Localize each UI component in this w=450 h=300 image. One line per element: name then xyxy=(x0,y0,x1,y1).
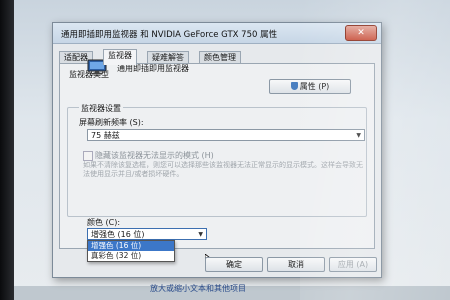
display-properties-dialog: 通用即插即用监视器 和 NVIDIA GeForce GTX 750 属性 ✕ … xyxy=(52,22,382,278)
properties-button-label: 属性 (P) xyxy=(299,82,330,91)
tab-monitor[interactable]: 监视器 xyxy=(103,49,137,65)
color-depth-dropdown: 增强色 (16 位) 真彩色 (32 位) xyxy=(87,240,175,262)
close-button[interactable]: ✕ xyxy=(345,25,377,41)
hide-modes-label: 隐藏该监视器无法显示的模式 (H) xyxy=(95,151,214,160)
color-depth-value: 增强色 (16 位) xyxy=(91,230,145,239)
color-option-16bit[interactable]: 增强色 (16 位) xyxy=(88,241,174,251)
hide-modes-checkbox[interactable] xyxy=(83,151,93,161)
refresh-rate-value: 75 赫兹 xyxy=(91,131,120,140)
apply-button[interactable]: 应用 (A) xyxy=(329,257,377,272)
color-depth-select[interactable]: 增强色 (16 位) ▼ xyxy=(87,228,207,240)
properties-button[interactable]: 属性 (P) xyxy=(269,79,351,94)
chevron-down-icon: ▼ xyxy=(198,231,203,238)
monitor-settings-label: 监视器设置 xyxy=(79,103,123,114)
cancel-button[interactable]: 取消 xyxy=(267,257,325,272)
hide-modes-description: 如果不清除该复选框，则您可以选择那些该监视器无法正常显示的显示模式。这样会导致无… xyxy=(83,161,363,178)
ok-button[interactable]: 确定 xyxy=(205,257,263,272)
chevron-down-icon: ▼ xyxy=(356,132,361,139)
refresh-rate-select[interactable]: 75 赫兹 ▼ xyxy=(87,129,365,141)
colors-label: 颜色 (C): xyxy=(87,218,121,227)
monitor-bezel xyxy=(0,0,14,300)
title-bar: 通用即插即用监视器 和 NVIDIA GeForce GTX 750 属性 ✕ xyxy=(53,23,381,44)
color-option-32bit[interactable]: 真彩色 (32 位) xyxy=(88,251,174,261)
text-size-link[interactable]: 放大或缩小文本和其他项目 xyxy=(150,283,246,294)
shield-icon xyxy=(290,82,298,90)
dialog-title: 通用即插即用监视器 和 NVIDIA GeForce GTX 750 属性 xyxy=(61,30,278,40)
refresh-rate-label: 屏幕刷新频率 (S): xyxy=(79,118,144,127)
